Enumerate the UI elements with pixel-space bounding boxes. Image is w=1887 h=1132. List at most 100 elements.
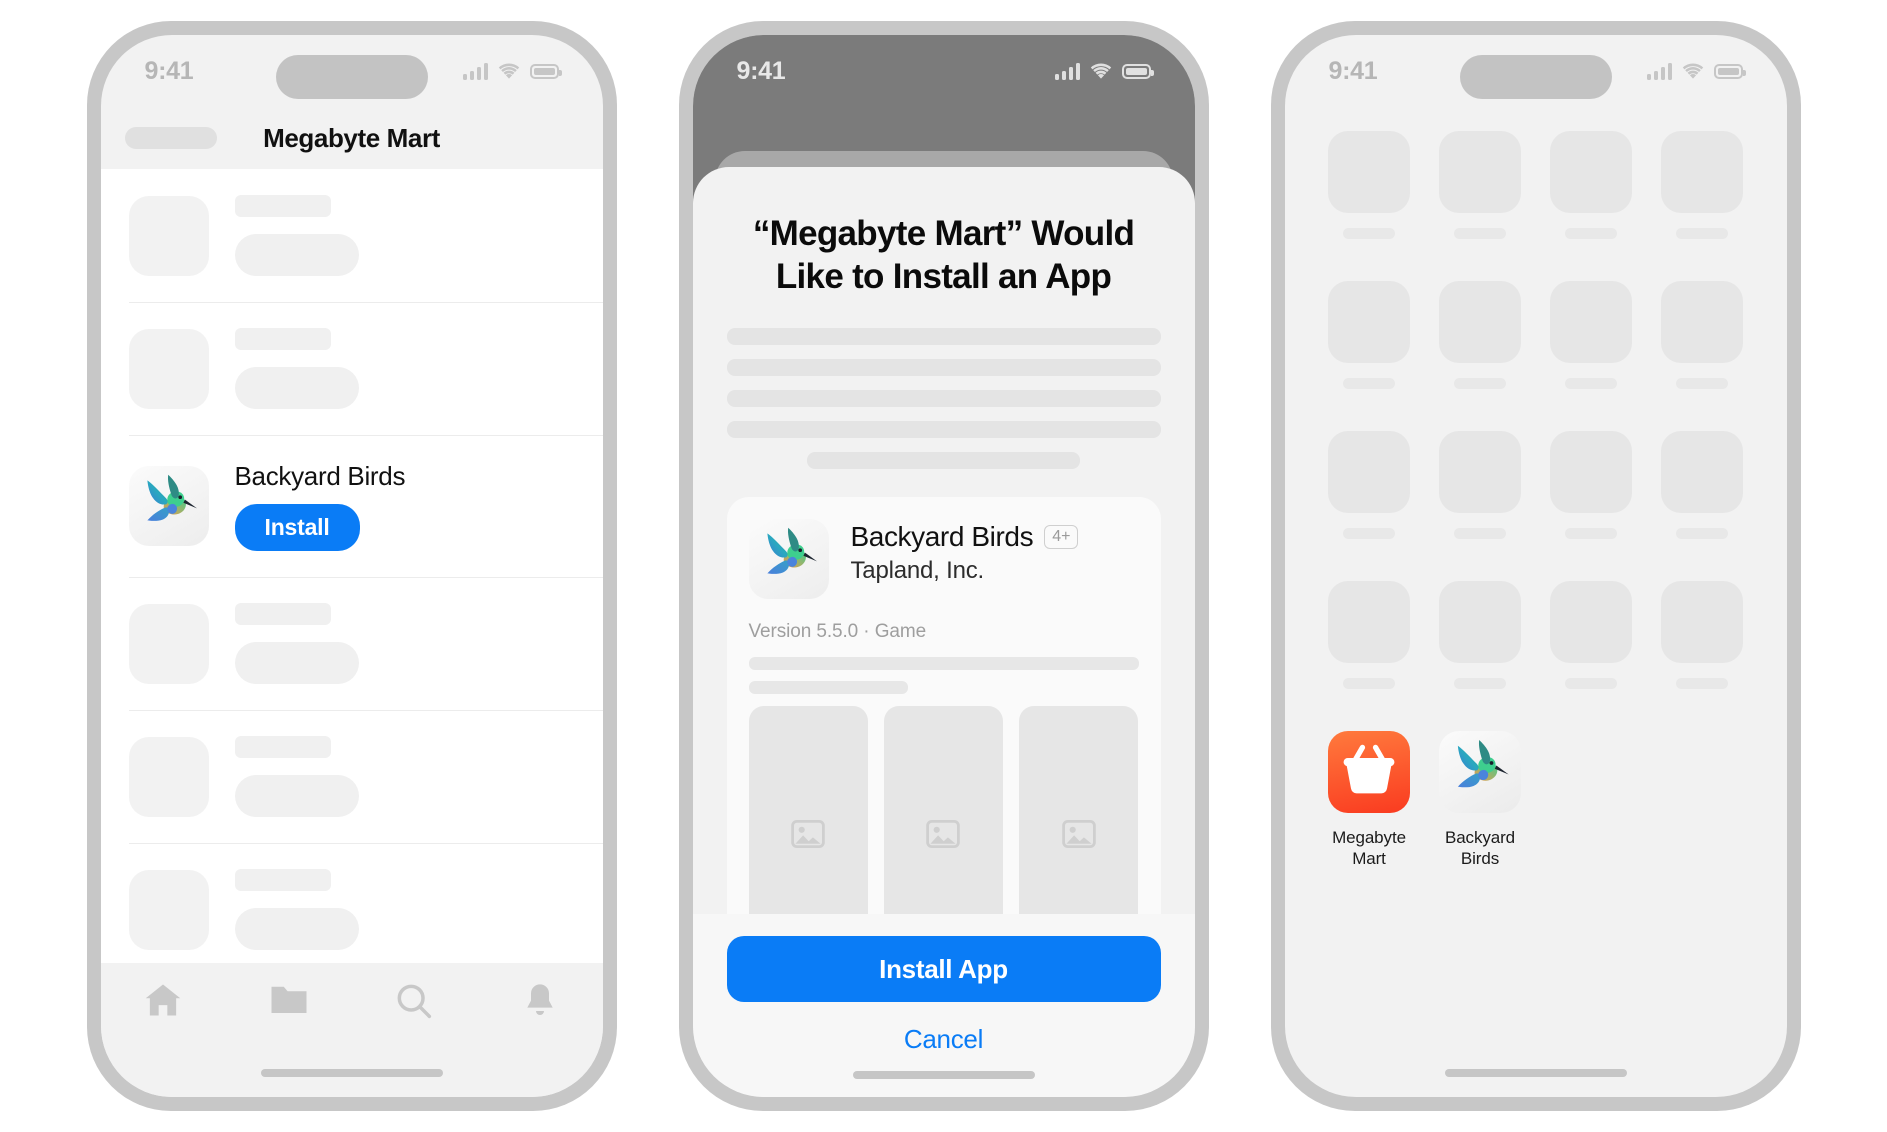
list-item-title-placeholder — [234, 869, 331, 891]
list-item-title: Backyard Birds — [234, 461, 406, 491]
text-line-placeholder — [806, 452, 1081, 470]
app-slot-placeholder[interactable] — [1323, 431, 1416, 539]
status-bar-time: 9:41 — [144, 56, 194, 85]
app-slot-placeholder[interactable] — [1323, 131, 1416, 239]
text-line-placeholder — [726, 359, 1161, 377]
tab-home[interactable] — [101, 981, 227, 1019]
app-slot-placeholder[interactable] — [1656, 581, 1749, 689]
screenshot-placeholder[interactable] — [883, 706, 1004, 914]
app-label-placeholder — [1343, 378, 1395, 389]
home-indicator — [1444, 1069, 1627, 1077]
app-slot-placeholder[interactable] — [1656, 131, 1749, 239]
app-slot-placeholder[interactable] — [1434, 281, 1527, 389]
status-bar-indicators — [462, 62, 562, 80]
app-icon-placeholder — [1550, 131, 1632, 213]
tab-search[interactable] — [352, 981, 478, 1021]
app-slot-placeholder[interactable] — [1545, 431, 1638, 539]
list-item-body: Backyard Birds Install — [234, 461, 406, 551]
app-icon-placeholder — [1550, 281, 1632, 363]
app-label-placeholder — [1343, 678, 1395, 689]
list-item[interactable] — [101, 710, 603, 843]
sheet-description-placeholder — [726, 328, 1161, 470]
battery-icon — [1713, 63, 1746, 79]
list-item-action-placeholder — [234, 367, 359, 409]
screenshot-placeholder[interactable] — [1019, 706, 1139, 914]
app-screenshot-gallery[interactable] — [748, 706, 1139, 914]
app-name: Backyard Birds — [850, 521, 1034, 553]
app-label: Backyard Birds — [1444, 828, 1516, 869]
app-slot-placeholder[interactable] — [1656, 281, 1749, 389]
shopping-basket-icon — [1328, 731, 1410, 813]
app-label-placeholder — [1343, 528, 1395, 539]
sheet-content[interactable]: “Megabyte Mart” Would Like to Install an… — [693, 167, 1195, 914]
wifi-icon — [498, 62, 519, 79]
hummingbird-icon — [128, 466, 209, 546]
wifi-icon — [1682, 62, 1703, 79]
folder-icon — [271, 986, 307, 1013]
app-icon-backyard-birds[interactable]: Backyard Birds — [1434, 731, 1527, 870]
list-item-icon-placeholder — [128, 603, 209, 684]
list-item[interactable] — [101, 169, 603, 302]
age-rating-badge: 4+ — [1044, 525, 1079, 550]
text-line-placeholder — [748, 657, 1139, 671]
image-placeholder-icon — [1062, 820, 1096, 849]
dynamic-island — [1459, 55, 1612, 99]
app-label-placeholder — [1676, 228, 1728, 239]
app-label-placeholder — [1565, 378, 1617, 389]
app-icon-megabyte-mart[interactable]: Megabyte Mart — [1323, 731, 1416, 870]
cellular-signal-icon — [1646, 62, 1672, 80]
app-icon-placeholder — [1328, 581, 1410, 663]
dynamic-island — [275, 55, 428, 99]
app-slot-placeholder[interactable] — [1545, 581, 1638, 689]
home-screen-grid: Megabyte Mart Backyard Birds — [1285, 107, 1787, 870]
install-app-button[interactable]: Install App — [726, 936, 1161, 1002]
list-item-backyard-birds[interactable]: Backyard Birds Install — [101, 435, 603, 577]
app-label-placeholder — [1454, 228, 1506, 239]
tab-notifications[interactable] — [477, 981, 603, 1021]
phone-sheet-frame: 9:41 “Megabyte Mart” Would Like to Insta… — [678, 21, 1209, 1111]
app-icon-placeholder — [1439, 581, 1521, 663]
app-icon-placeholder — [1661, 131, 1743, 213]
list-item-body — [234, 869, 359, 950]
phone-home-screen: 9:41 Megabyte Mart Backyard Birds — [1284, 35, 1787, 1097]
list-item-body — [234, 603, 359, 684]
app-label-placeholder — [1343, 228, 1395, 239]
app-slot-placeholder[interactable] — [1434, 131, 1527, 239]
list-item[interactable] — [101, 843, 603, 976]
phone-home-frame: 9:41 Megabyte Mart Backyard Birds — [1270, 21, 1801, 1111]
list-item[interactable] — [101, 577, 603, 710]
app-label: Megabyte Mart — [1332, 828, 1406, 869]
app-slot-placeholder[interactable] — [1545, 131, 1638, 239]
cancel-button[interactable]: Cancel — [727, 1024, 1161, 1055]
list-item-icon-placeholder — [128, 195, 209, 276]
app-header: Backyard Birds 4+ Tapland, Inc. — [748, 519, 1139, 600]
status-bar: 9:41 — [101, 35, 603, 107]
app-slot-placeholder[interactable] — [1434, 431, 1527, 539]
screenshot-placeholder[interactable] — [748, 706, 868, 914]
app-slot-placeholder[interactable] — [1434, 581, 1527, 689]
phone-list-frame: 9:41 Megabyte Mart Backyard Birds Instal… — [86, 21, 617, 1111]
app-slot-placeholder[interactable] — [1545, 281, 1638, 389]
app-icon-placeholder — [1661, 581, 1743, 663]
list-item[interactable] — [101, 302, 603, 435]
phone-mockup-stage: 9:41 Megabyte Mart Backyard Birds Instal… — [0, 0, 1887, 1132]
app-info-card: Backyard Birds 4+ Tapland, Inc. Version … — [726, 497, 1161, 914]
sheet-title: “Megabyte Mart” Would Like to Install an… — [752, 214, 1135, 296]
text-line-placeholder — [726, 390, 1161, 408]
app-icon-placeholder — [1439, 281, 1521, 363]
app-slot-placeholder[interactable] — [1323, 581, 1416, 689]
app-slot-placeholder[interactable] — [1656, 431, 1749, 539]
app-icon-placeholder — [1550, 431, 1632, 513]
status-bar: 9:41 — [693, 35, 1195, 107]
home-indicator — [260, 1069, 443, 1077]
list-item-icon-placeholder — [128, 736, 209, 817]
install-button[interactable]: Install — [234, 504, 360, 551]
app-label-placeholder — [1565, 228, 1617, 239]
list-item-title-placeholder — [234, 328, 331, 350]
tab-files[interactable] — [226, 981, 352, 1017]
app-slot-placeholder[interactable] — [1323, 281, 1416, 389]
app-icon-placeholder — [1328, 431, 1410, 513]
app-meta: Backyard Birds 4+ Tapland, Inc. — [851, 519, 1079, 585]
phone-list-screen: 9:41 Megabyte Mart Backyard Birds Instal… — [100, 35, 603, 1097]
app-label-placeholder — [1676, 678, 1728, 689]
